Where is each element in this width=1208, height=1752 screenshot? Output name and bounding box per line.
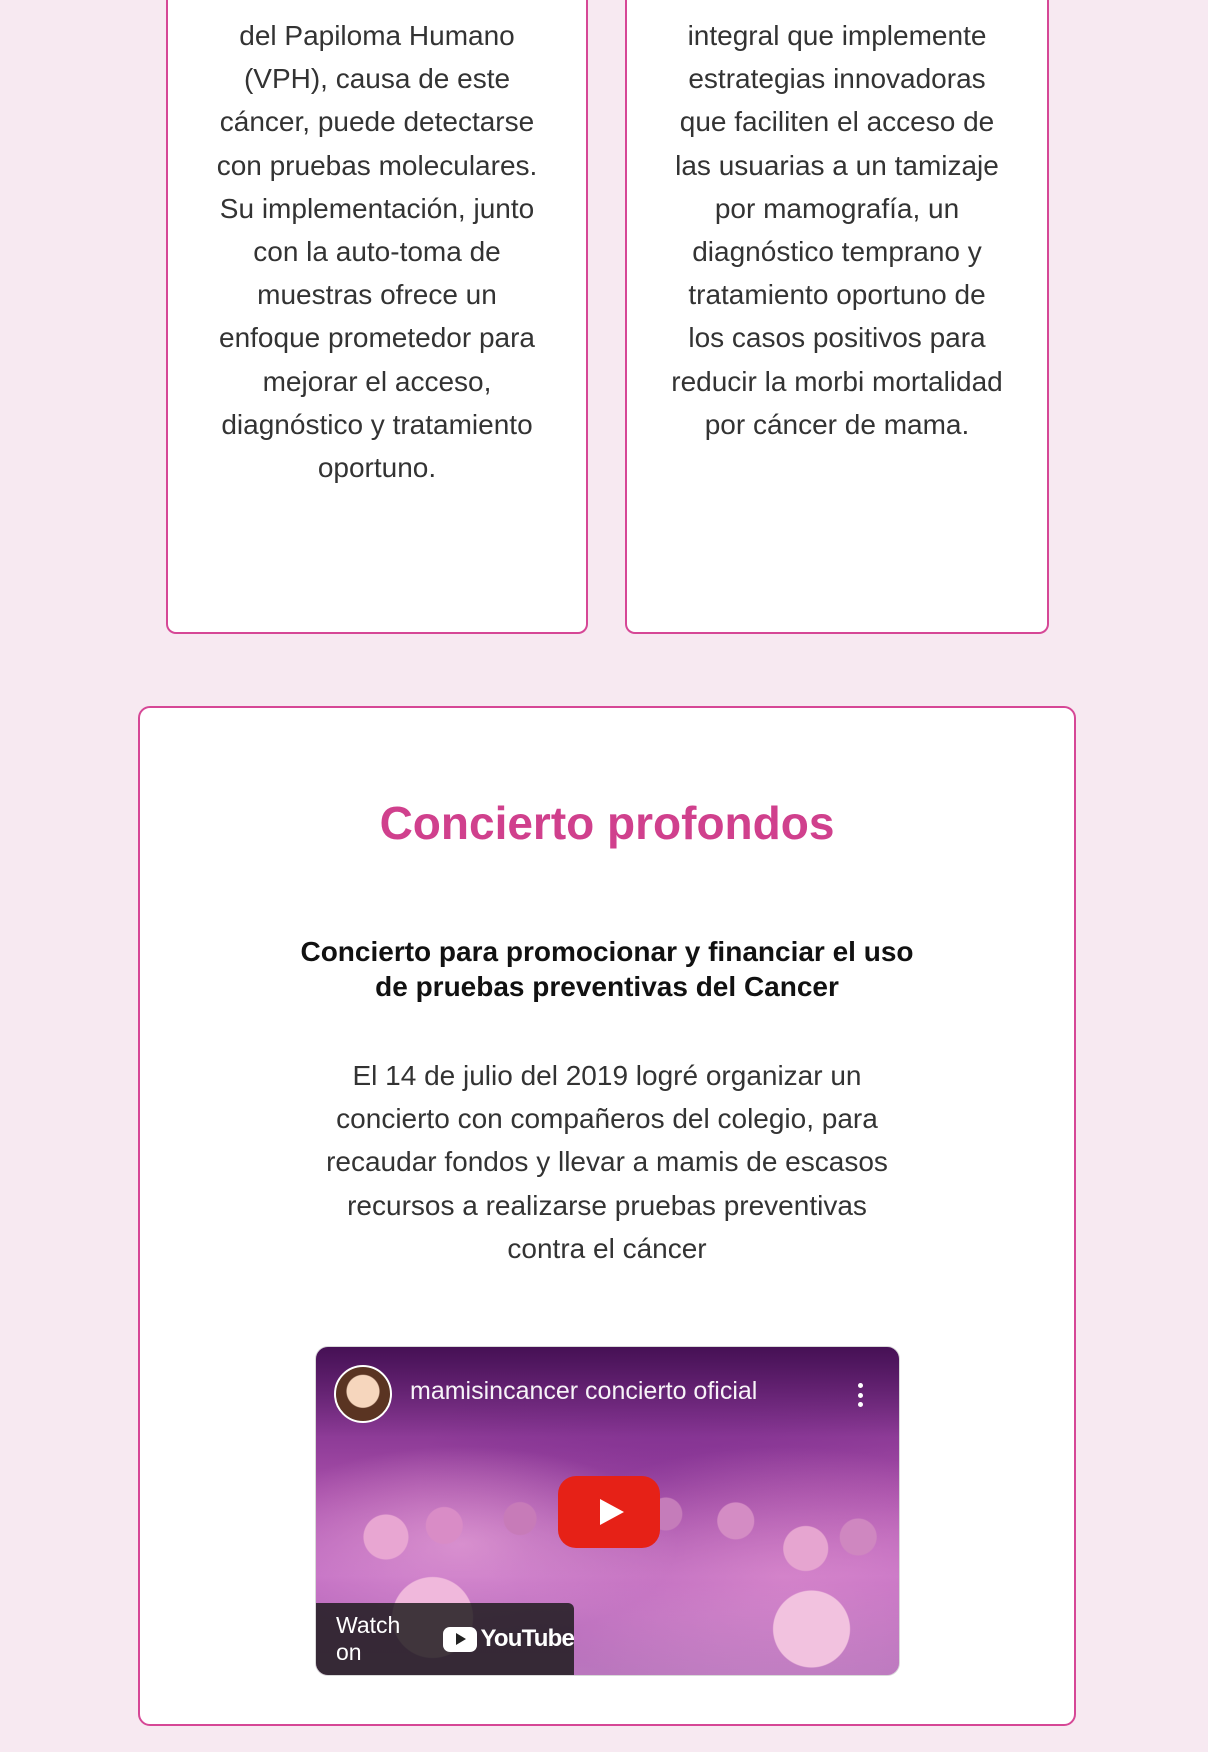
info-card-text: del Papiloma Humano (VPH), causa de este…: [216, 20, 538, 484]
info-card-vph: del Papiloma Humano (VPH), causa de este…: [166, 0, 588, 634]
channel-avatar[interactable]: [334, 1365, 392, 1423]
info-card-text: integral que implemente estrategias inno…: [671, 20, 1003, 440]
watch-on-youtube-button[interactable]: Watch on YouTube: [316, 1603, 575, 1675]
youtube-logo-icon: [442, 1626, 477, 1652]
section-description: El 14 de julio del 2019 logré organizar …: [326, 1060, 888, 1264]
section-title: Concierto profondos: [379, 797, 835, 849]
info-card-mammography: integral que implemente estrategias inno…: [625, 0, 1049, 634]
more-vertical-icon[interactable]: [857, 1383, 863, 1407]
watch-on-label: Watch on: [336, 1612, 401, 1665]
section-subtitle: Concierto para promocionar y financiar e…: [300, 936, 914, 1002]
video-title-link[interactable]: mamisincancer concierto oficial: [410, 1377, 757, 1406]
play-icon: [599, 1499, 624, 1525]
play-button[interactable]: [558, 1476, 660, 1548]
youtube-wordmark: YouTube: [480, 1625, 575, 1652]
concert-section-card: Concierto profondos Concierto para promo…: [138, 706, 1076, 1726]
youtube-video-embed[interactable]: mamisincancer concierto oficial Watch on…: [316, 1347, 899, 1675]
